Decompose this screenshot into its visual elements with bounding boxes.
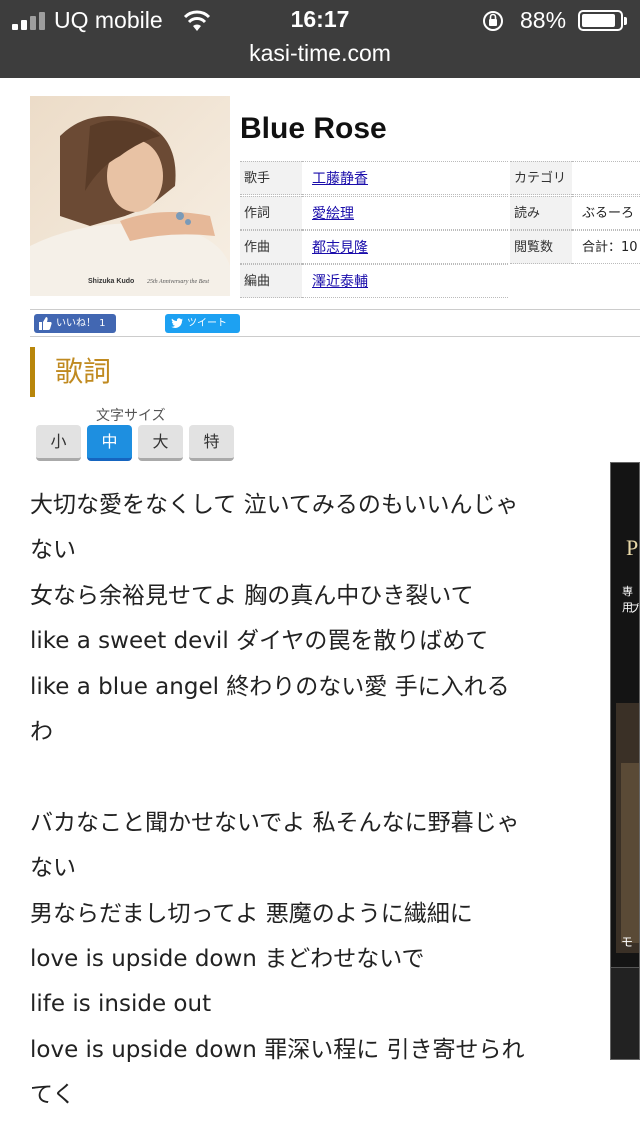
info-value-category — [572, 161, 640, 195]
font-size-extra-large-button[interactable]: 特 — [189, 425, 234, 461]
battery-percent: 88% — [520, 7, 567, 33]
info-value-lyricist: 愛絵理 — [302, 196, 508, 230]
info-label-views: 閲覧数 — [510, 230, 572, 264]
tweet-button[interactable]: ツイート — [165, 314, 240, 333]
lyrics-line: like a blue angel 終わりのない愛 手に入れる — [30, 673, 510, 700]
like-label: いいね！ 1 — [56, 318, 106, 329]
singer-link[interactable]: 工藤静香 — [312, 171, 368, 187]
info-label-arranger: 編曲 — [240, 264, 302, 298]
info-value-views: 合計：10 — [572, 230, 640, 264]
divider — [30, 336, 640, 337]
lyrics-line: 男ならだまし切ってよ 悪魔のように繊細に — [30, 900, 473, 927]
info-label-composer: 作曲 — [240, 230, 302, 264]
lyrics-line: ない — [30, 537, 76, 564]
info-value-singer: 工藤静香 — [302, 161, 508, 195]
info-label-singer: 歌手 — [240, 161, 302, 195]
divider — [30, 309, 640, 310]
lyrics-line: わ — [30, 719, 53, 746]
lyrics-line: love is upside down まどわせないで — [30, 946, 425, 973]
font-size-medium-button[interactable]: 中 — [87, 425, 132, 461]
album-cover-image: Shizuka Kudo 25th Anniversary the Best — [30, 96, 230, 296]
lyrics-line: like a sweet devil ダイヤの罠を散りばめて — [30, 628, 489, 655]
lyricist-link[interactable]: 愛絵理 — [312, 206, 354, 222]
arranger-link[interactable]: 澤近泰輔 — [312, 274, 368, 290]
info-label-reading: 読み — [510, 196, 572, 230]
lyrics-heading: 歌詞 — [30, 347, 111, 397]
lyrics-line: バカなこと聞かせないでよ 私そんなに野暮じゃ — [30, 809, 520, 836]
font-size-label: 文字サイズ — [96, 408, 166, 424]
ad-text-line-2: プ — [629, 602, 640, 615]
lyrics-line: life is inside out — [30, 991, 212, 1018]
font-size-small-button[interactable]: 小 — [36, 425, 81, 461]
info-value-arranger: 澤近泰輔 — [302, 264, 508, 298]
twitter-bird-icon — [171, 318, 183, 328]
ad-brand-initial: P — [626, 535, 639, 560]
cover-caption-script: 25th Anniversary the Best — [147, 279, 209, 285]
facebook-like-button[interactable]: いいね！ 1 — [34, 314, 116, 333]
lyrics-body: 大切な愛をなくして 泣いてみるのもいいんじゃ ない女なら余裕見せてよ 胸の真ん中ひ… — [30, 483, 590, 1119]
ad-building-image — [621, 763, 639, 943]
info-value-reading: ぶるーろ — [572, 196, 640, 230]
thumbs-up-icon — [39, 317, 52, 330]
lyrics-line: 大切な愛をなくして 泣いてみるのもいいんじゃ — [30, 492, 519, 518]
font-size-large-button[interactable]: 大 — [138, 425, 183, 461]
lyrics-line: ない — [30, 855, 76, 882]
cover-caption: Shizuka Kudo — [88, 278, 134, 285]
lyrics-line: てく — [30, 1082, 76, 1109]
lyrics-blank-line — [30, 755, 590, 800]
advertisement-banner[interactable]: P 専用 プ モ — [610, 462, 640, 1060]
browser-top-bar: UQ mobile 16:17 88% kasi-time.com — [0, 0, 640, 78]
composer-link[interactable]: 都志見隆 — [312, 240, 368, 256]
url-bar[interactable]: kasi-time.com — [0, 40, 640, 67]
status-bar: UQ mobile 16:17 88% — [0, 0, 640, 40]
rotation-lock-icon — [483, 11, 503, 31]
ad-footer — [611, 967, 639, 1059]
lyrics-line: love is upside down 罪深い程に 引き寄せられ — [30, 1036, 525, 1063]
info-value-composer: 都志見隆 — [302, 230, 508, 264]
song-info-table: 歌手 工藤静香 カテゴリ 作詞 愛絵理 読み ぶるーろ 作曲 都志見隆 閲覧数 … — [240, 161, 640, 298]
lyrics-line: 女なら余裕見せてよ 胸の真ん中ひき裂いて — [30, 582, 474, 609]
tweet-label: ツイート — [187, 318, 227, 329]
battery-icon — [578, 10, 627, 31]
info-label-lyricist: 作詞 — [240, 196, 302, 230]
song-title: Blue Rose — [240, 112, 387, 145]
ad-text-line-3: モ — [621, 935, 634, 949]
info-label-category: カテゴリ — [510, 161, 572, 195]
